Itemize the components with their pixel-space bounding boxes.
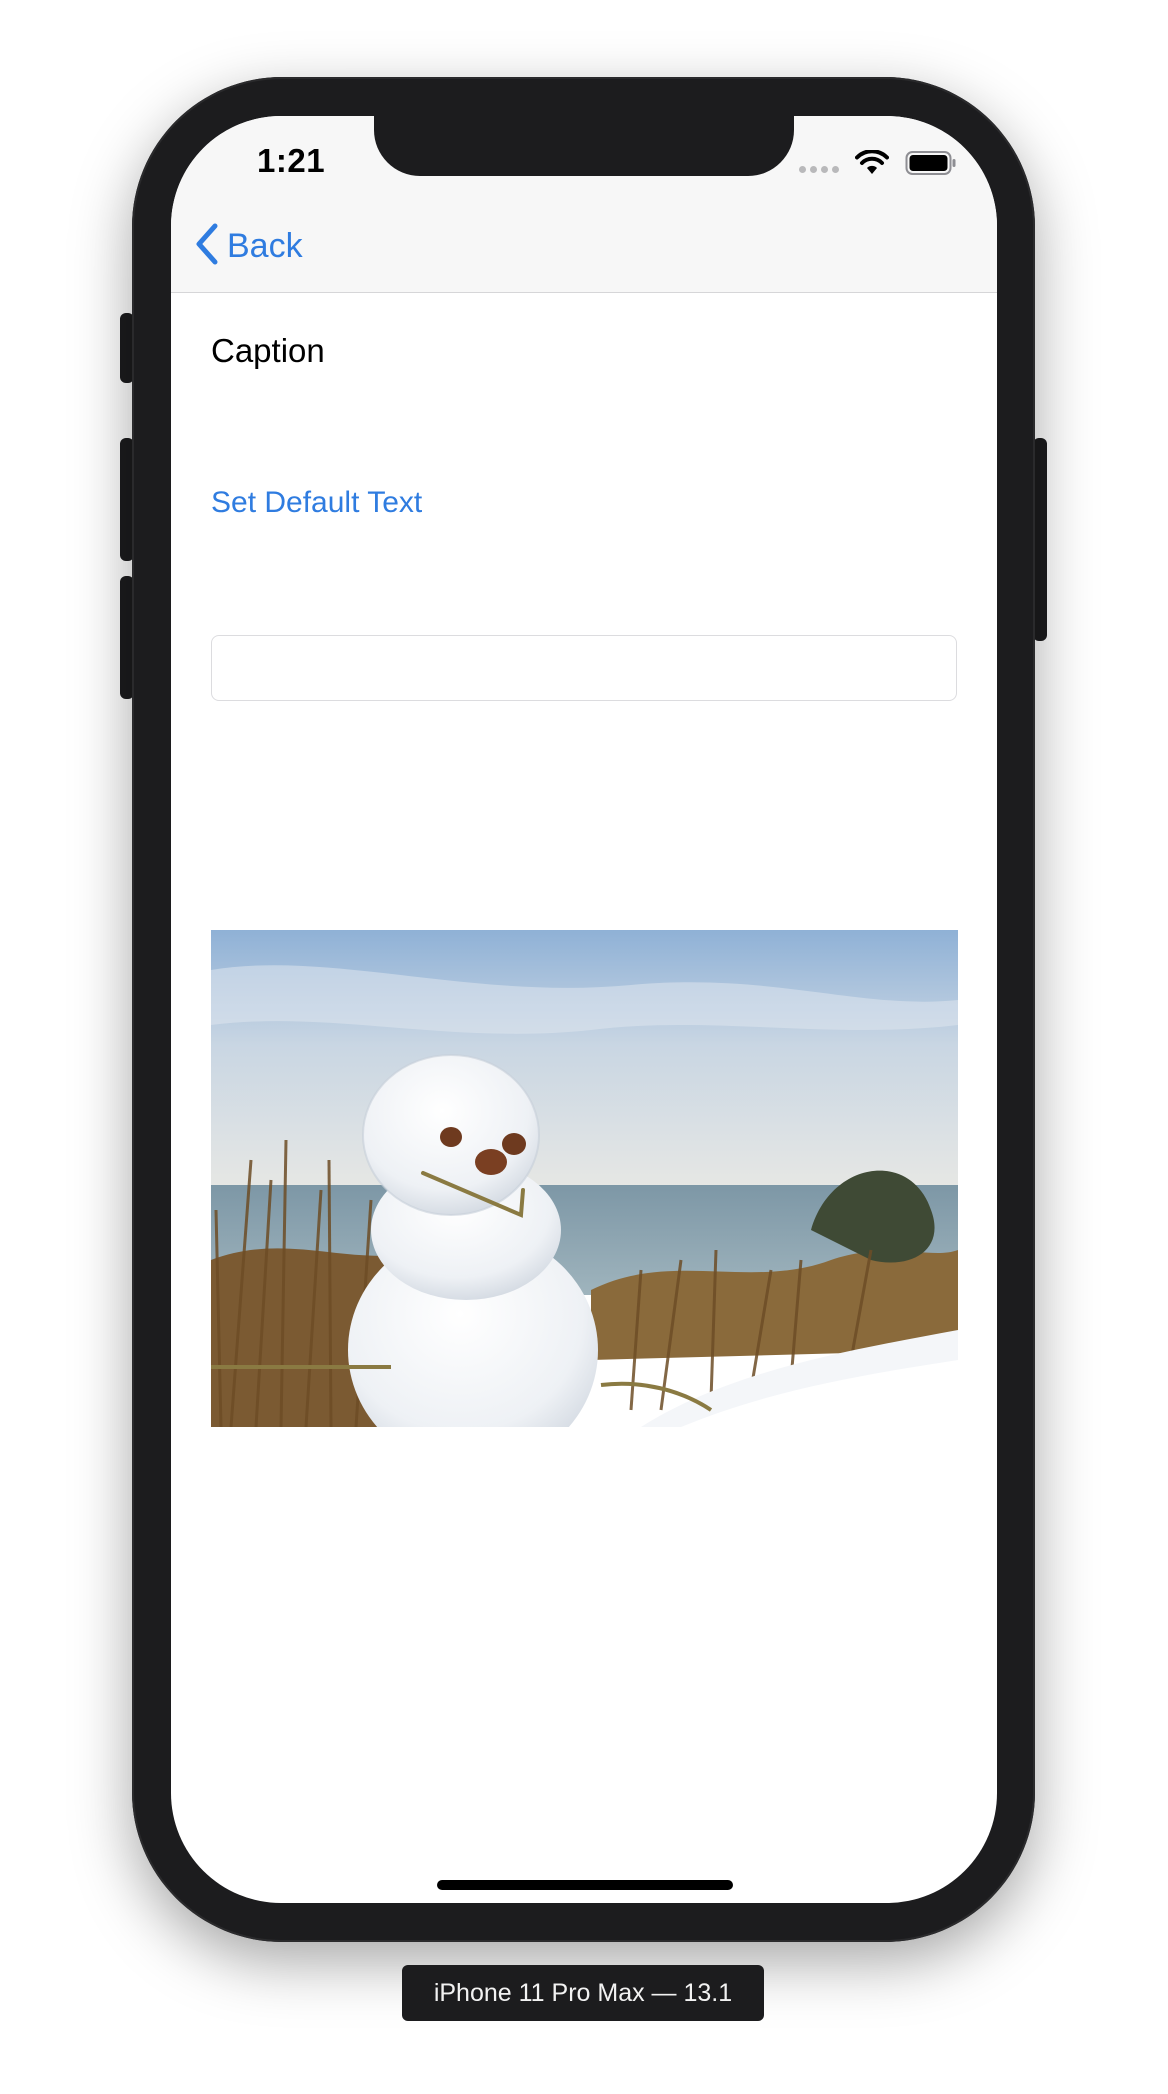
set-default-text-button[interactable]: Set Default Text [211,486,422,520]
home-indicator[interactable] [437,1880,733,1890]
snowman-photo [211,930,958,1427]
back-button[interactable]: Back [193,222,303,271]
battery-icon [905,150,957,181]
simulator-stage: Back 1:21 Caption Set Default Text iPhon… [0,0,1168,2094]
back-label: Back [227,227,303,265]
power-button [1033,438,1047,641]
device-screen: Back 1:21 Caption Set Default Text [171,116,997,1903]
notch [374,116,794,176]
cellular-signal-icon [799,166,839,173]
status-indicators [799,149,957,181]
caption-label: Caption [211,332,325,369]
status-time: 1:21 [257,142,326,179]
simulator-device-label: iPhone 11 Pro Max — 13.1 [402,1965,764,2021]
chevron-left-icon [193,222,219,271]
caption-text-field[interactable] [211,635,957,701]
wifi-icon [855,149,889,181]
